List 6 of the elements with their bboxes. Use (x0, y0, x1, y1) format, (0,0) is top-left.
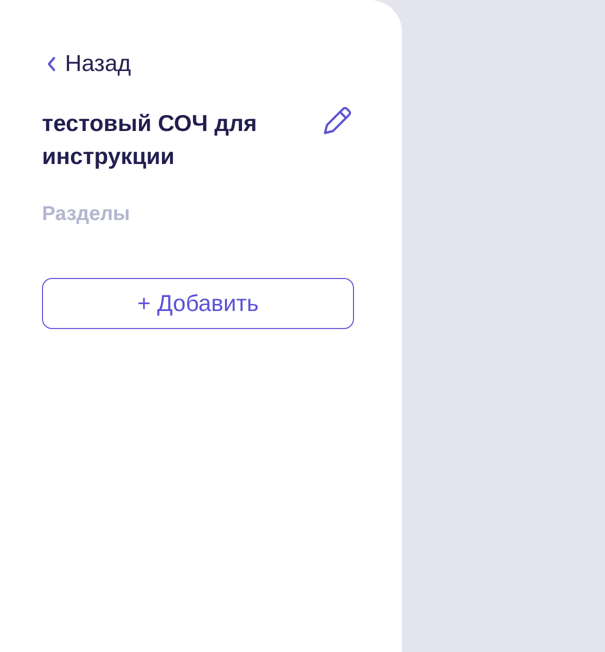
add-button[interactable]: + Добавить (42, 278, 354, 329)
chevron-left-icon (46, 56, 56, 72)
page-title: тестовый СОЧ для инструкции (42, 109, 258, 171)
pencil-icon[interactable] (321, 105, 353, 137)
back-link[interactable]: Назад (46, 50, 131, 77)
sections-label: Разделы (42, 203, 131, 226)
